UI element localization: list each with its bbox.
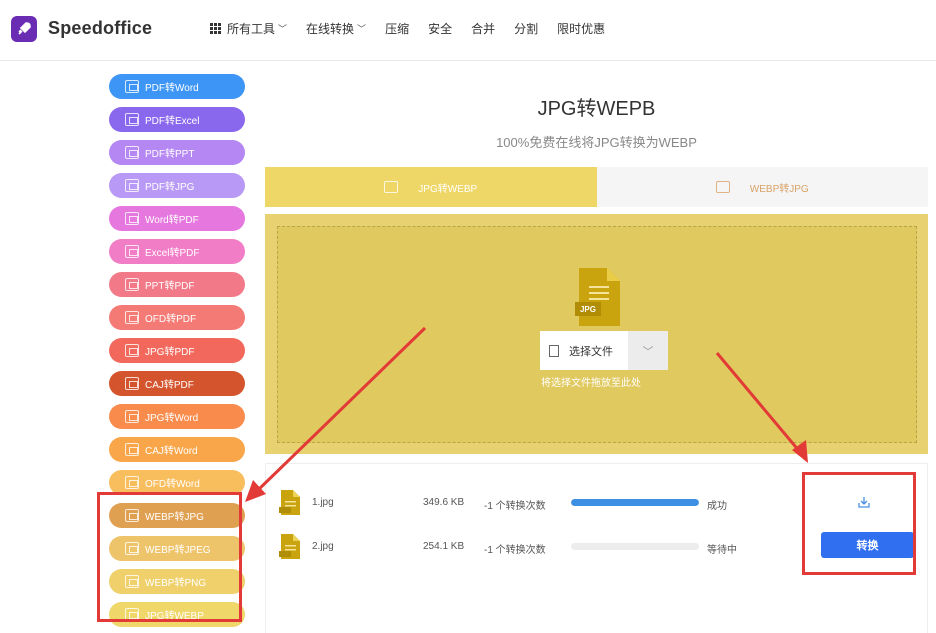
image-convert-icon [125,410,139,423]
sidebar-item[interactable]: PPT转PDF [109,272,245,297]
sidebar-item[interactable]: Word转PDF [109,206,245,231]
nav-security[interactable]: 安全 [428,20,452,37]
tab-webp-to-jpg[interactable]: WEBP转JPG [596,167,928,207]
nav-label: 限时优惠 [557,22,606,36]
nav-split[interactable]: 分割 [514,20,538,37]
chevron-down-icon: ﹀ [357,24,367,34]
image-convert-icon [125,80,139,93]
jpg-file-icon [279,534,300,559]
image-convert-icon [125,476,139,489]
image-convert-icon [125,245,139,258]
sidebar-item[interactable]: PDF转Word [109,74,245,99]
nav-all-tools[interactable]: 所有工具 ﹀ [210,20,287,37]
image-icon [715,181,730,193]
sidebar-item-label: PDF转Word [145,83,199,94]
rocket-logo-icon[interactable] [11,16,37,42]
image-convert-icon [125,146,139,159]
sidebar-item[interactable]: JPG转Word [109,404,245,429]
sidebar-item-label: CAJ转Word [145,446,198,457]
select-file-main[interactable]: 选择文件 [540,331,628,370]
sidebar-item-label: JPG转Word [145,413,199,424]
sidebar-item[interactable]: PDF转PPT [109,140,245,165]
nav-online-convert[interactable]: 在线转换 ﹀ [306,20,366,37]
image-convert-icon [125,212,139,225]
sidebar-item[interactable]: JPG转PDF [109,338,245,363]
sidebar-item-label: PDF转PPT [145,149,195,160]
sidebar-item-label: PDF转Excel [145,116,200,127]
nav-label: 合并 [471,22,496,36]
tab-label: WEBP转JPG [749,183,809,195]
image-icon [384,181,399,193]
sidebar-item[interactable]: OFD转PDF [109,305,245,330]
select-file-label: 选择文件 [569,345,613,358]
sidebar-item-label: JPG转PDF [145,347,195,358]
sidebar-item[interactable]: Excel转PDF [109,239,245,264]
sidebar-item-label: OFD转PDF [145,314,197,325]
image-convert-icon [125,311,139,324]
page-title: JPG转WEPB [537,98,656,120]
tab-jpg-to-webp[interactable]: JPG转WEBP [265,167,597,207]
sidebar-item[interactable]: PDF转JPG [109,173,245,198]
conversion-tabs: JPG转WEBP WEBP转JPG [265,167,928,207]
conversion-count: -1 个转换次数 [484,501,546,512]
chevron-down-icon: ﹀ [278,24,288,34]
sidebar-item-label: Excel转PDF [145,248,200,259]
tab-label: JPG转WEBP [418,183,478,195]
image-convert-icon [125,443,139,456]
progress-fill [571,499,699,506]
file-type-label: JPG [580,305,596,314]
progress-bar [571,499,699,506]
grid-icon [210,23,221,34]
annotation-box-actions [802,472,916,575]
annotation-box-sidebar [97,492,242,622]
file-name: 2.jpg [312,541,334,552]
file-size: 254.1 KB [423,541,465,552]
progress-bar [571,543,699,550]
sidebar-item[interactable]: CAJ转Word [109,437,245,462]
status-text: 成功 [707,501,727,512]
page-subtitle: 100%免费在线将JPG转换为WEBP [496,135,697,150]
sidebar-item[interactable]: CAJ转PDF [109,371,245,396]
nav-label: 压缩 [385,22,410,36]
nav-label: 在线转换 [306,22,355,36]
nav-label: 安全 [428,22,453,36]
conversion-count: -1 个转换次数 [484,545,546,556]
nav-label: 分割 [514,22,539,36]
file-name: 1.jpg [312,497,334,508]
sidebar-item-label: OFD转Word [145,479,200,490]
image-convert-icon [125,344,139,357]
sidebar-item[interactable]: PDF转Excel [109,107,245,132]
jpg-file-icon [279,490,300,515]
sidebar-item-label: CAJ转PDF [145,380,194,391]
status-text: 等待中 [707,545,737,556]
nav-label: 所有工具 [227,22,276,36]
nav-compress[interactable]: 压缩 [385,20,409,37]
document-icon [549,344,559,357]
select-file-button[interactable]: 选择文件 ﹀ [540,331,668,370]
image-convert-icon [125,179,139,192]
nav-limited-offer[interactable]: 限时优惠 [557,20,605,37]
image-convert-icon [125,278,139,291]
sidebar-item-label: PPT转PDF [145,281,195,292]
file-size: 349.6 KB [423,497,465,508]
image-convert-icon [125,377,139,390]
image-convert-icon [125,113,139,126]
dropzone-hint: 将选择文件拖放至此处 [541,378,641,389]
main-nav: 所有工具 ﹀ 在线转换 ﹀ 压缩 安全 合并 分割 限时优惠 [210,20,624,37]
brand-name[interactable]: Speedoffice [48,18,152,39]
nav-merge[interactable]: 合并 [471,20,495,37]
sidebar-item-label: Word转PDF [145,215,199,226]
top-header: Speedoffice 所有工具 ﹀ 在线转换 ﹀ 压缩 安全 合并 分割 限时… [0,0,936,61]
jpg-file-icon: JPG [575,268,620,326]
chevron-down-icon[interactable]: ﹀ [628,331,668,370]
sidebar-item-label: PDF转JPG [145,182,195,193]
